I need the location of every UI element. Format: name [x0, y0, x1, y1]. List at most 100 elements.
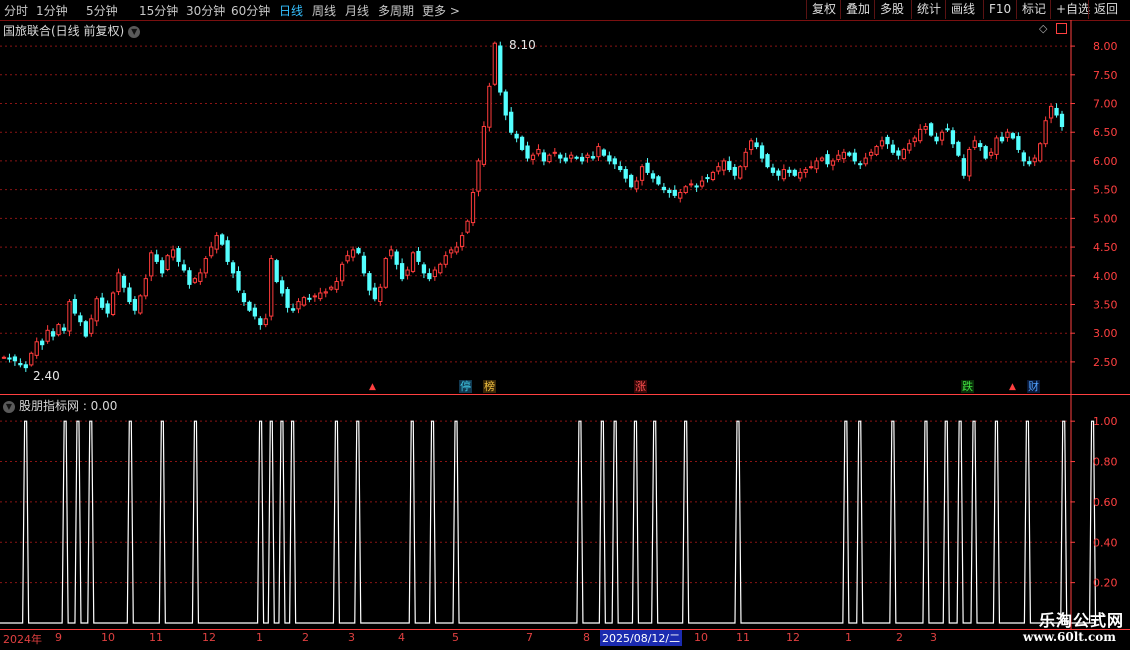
tab-30min[interactable]: 30分钟: [186, 2, 225, 19]
tab-fenshi[interactable]: 分时: [4, 2, 28, 19]
candle-body: [808, 166, 814, 169]
candle-body: [410, 252, 416, 272]
date-label: 2: [302, 631, 309, 644]
f10-button[interactable]: F10: [983, 0, 1016, 19]
candle-body: [732, 166, 737, 176]
tab-more[interactable]: 更多 >: [422, 2, 460, 19]
tab-multi-period[interactable]: 多周期: [378, 2, 414, 19]
candle-body: [394, 251, 399, 265]
tab-60min[interactable]: 60分钟: [231, 2, 270, 19]
tab-5min[interactable]: 5分钟: [86, 2, 118, 19]
price-tick-label: 5.00: [1093, 212, 1118, 225]
date-label: 2: [896, 631, 903, 644]
candle-body: [847, 152, 852, 156]
candle-body: [220, 234, 225, 245]
fall-marker[interactable]: 跌: [961, 380, 974, 393]
high-price-label: 8.10: [509, 38, 536, 52]
draw-line-button[interactable]: 画线: [945, 0, 980, 19]
date-label: 11: [149, 631, 163, 644]
candle-body: [623, 169, 628, 179]
date-label: 11: [736, 631, 750, 644]
indicator-tick-label: 0.20: [1093, 577, 1118, 590]
candle-body: [247, 301, 252, 311]
candle-body: [836, 154, 841, 161]
candle-body: [569, 154, 574, 159]
tab-weekly[interactable]: 周线: [312, 2, 336, 19]
candle-body: [7, 357, 12, 360]
candle-body: [514, 133, 519, 139]
stats-button[interactable]: 统计: [911, 0, 946, 19]
candle-body: [874, 146, 879, 155]
rise-marker[interactable]: 涨: [634, 380, 647, 393]
indicator-series-line: [0, 420, 1097, 624]
mark-button[interactable]: 标记: [1016, 0, 1051, 19]
price-tick-label: 2.50: [1093, 356, 1118, 369]
multi-stock-button[interactable]: 多股: [874, 0, 909, 19]
candle-body: [127, 287, 132, 303]
candle-body: [72, 299, 78, 314]
candle-body: [432, 269, 437, 278]
candle-body: [890, 144, 896, 153]
candle-body: [721, 160, 727, 171]
candle-body: [661, 186, 667, 191]
candle-body: [563, 157, 568, 162]
candle-body: [819, 157, 825, 161]
candle-body: [367, 273, 372, 291]
candle-body: [94, 298, 99, 322]
candle-body: [339, 263, 345, 282]
tab-daily[interactable]: 日线: [279, 2, 303, 19]
candle-body: [350, 249, 356, 258]
candle-body: [934, 136, 939, 142]
more-label: 更多: [422, 4, 447, 18]
candle-body: [552, 151, 557, 154]
indicator-axis: 0.20 0.40 0.60 0.80 1.00: [0, 395, 1130, 630]
candle-body: [792, 169, 797, 176]
candle-body: [541, 152, 547, 162]
candle-body: [427, 273, 432, 280]
tab-15min[interactable]: 15分钟: [139, 2, 178, 19]
candle-body: [470, 192, 476, 224]
candle-body: [988, 151, 994, 156]
candle-body: [787, 169, 792, 173]
candle-body: [23, 364, 28, 369]
candle-body: [699, 180, 705, 187]
candle-body: [574, 156, 579, 159]
candle-body: [727, 161, 732, 171]
finance-marker[interactable]: 财: [1027, 380, 1040, 393]
date-axis: 2024年 9 10 11 12 1 2 3 4 5 7 8 2025/08/1…: [0, 630, 1130, 650]
overlay-button[interactable]: 叠加: [840, 0, 875, 19]
candle-body: [241, 293, 247, 303]
candle-body: [1043, 120, 1048, 145]
indicator-line: [0, 420, 1097, 624]
candle-body: [105, 303, 110, 314]
price-tick-label: 8.00: [1093, 40, 1118, 53]
candle-body: [61, 327, 67, 331]
candle-body: [759, 145, 765, 159]
candle-body: [601, 149, 607, 156]
candle-body: [160, 260, 165, 274]
halt-marker[interactable]: 停: [459, 380, 472, 393]
back-button[interactable]: 返回: [1088, 0, 1123, 19]
tab-1min[interactable]: 1分钟: [36, 2, 68, 19]
selected-date[interactable]: 2025/08/12/二: [600, 630, 683, 646]
adjust-button[interactable]: 复权: [806, 0, 841, 19]
price-tick-label: 4.50: [1093, 241, 1118, 254]
date-label: 1: [256, 631, 263, 644]
tab-monthly[interactable]: 月线: [345, 2, 369, 19]
candle-body: [67, 301, 72, 332]
candle-body: [230, 262, 236, 274]
candle-body: [585, 154, 590, 158]
candle-body: [454, 246, 459, 253]
candle-body: [279, 280, 285, 294]
price-tick-label: 3.00: [1093, 327, 1118, 340]
candle-body: [476, 160, 481, 192]
candle-body: [459, 235, 465, 247]
candle-body: [498, 45, 503, 93]
event-arrow-icon[interactable]: ▲: [369, 382, 376, 392]
candle-body: [656, 176, 661, 185]
candle-body: [1021, 152, 1026, 162]
date-label: 1: [845, 631, 852, 644]
ranking-marker[interactable]: 榜: [483, 380, 496, 393]
event-arrow-icon[interactable]: ▲: [1009, 382, 1016, 392]
candle-body: [263, 318, 268, 326]
